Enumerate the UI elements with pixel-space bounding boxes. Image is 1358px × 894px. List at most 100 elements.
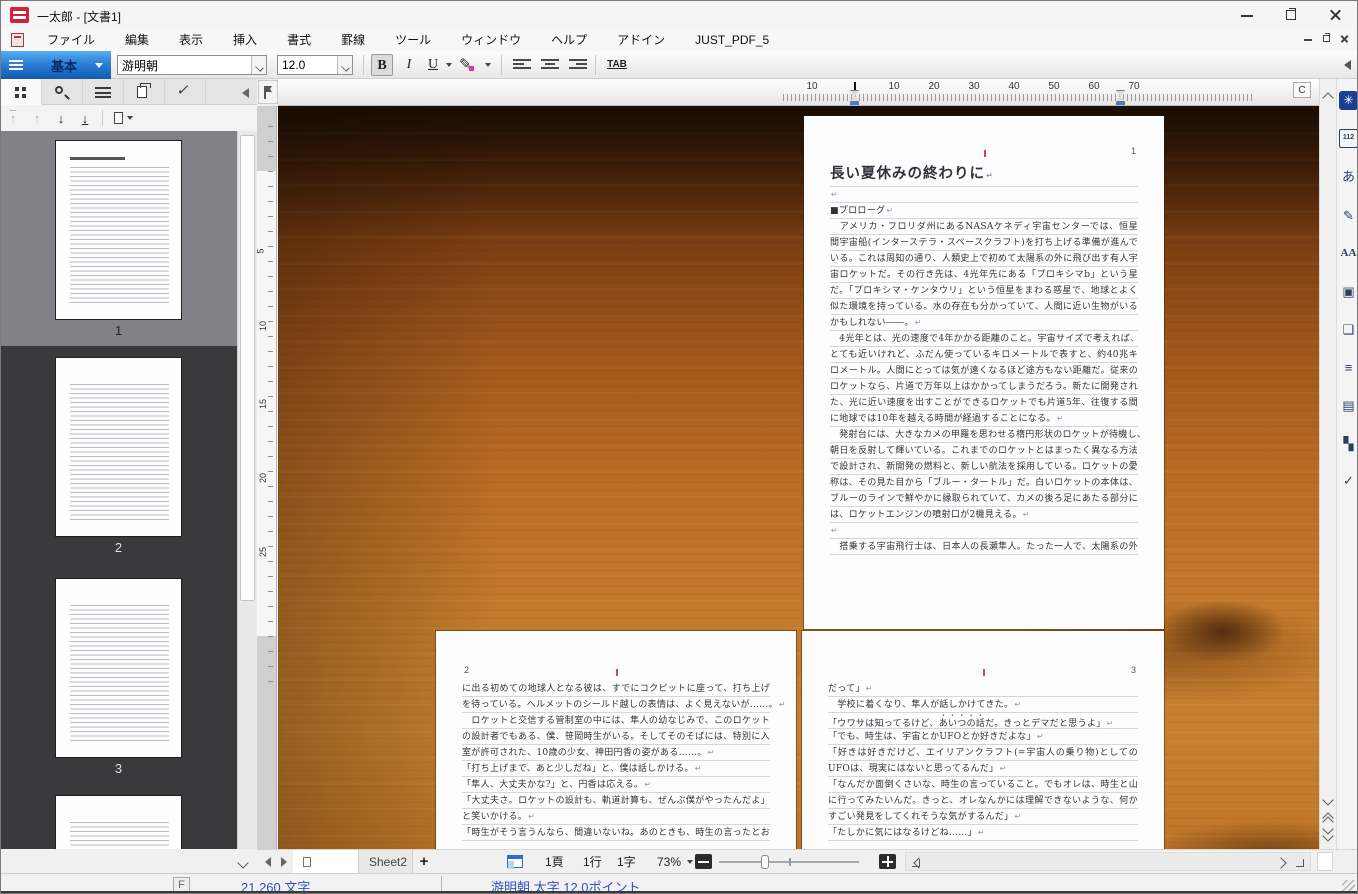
text-line[interactable]: すごい発見をしてくれそうな気がするんだ」↵	[828, 809, 1138, 825]
menu-item-9[interactable]: ヘルプ	[536, 29, 602, 51]
font-size-icon[interactable]: AA	[1339, 244, 1358, 263]
font-size-select[interactable]: 12.0	[277, 55, 353, 75]
zoom-slider[interactable]	[719, 861, 859, 863]
menu-item-6[interactable]: 罫線	[326, 29, 380, 51]
text-line[interactable]: 朝日を反射して輝いている。これまでのロケットとはまったく異なる方法	[830, 443, 1138, 459]
text-line[interactable]: 「時生がそう言うんなら、間違いないね。あのときも、時生の言ったとお	[462, 825, 770, 841]
doc-restore-button[interactable]	[1318, 31, 1335, 46]
zoom-slider-knob[interactable]	[761, 855, 769, 869]
panel-tab-thumbnails[interactable]	[1, 79, 42, 105]
bold-button[interactable]: B	[371, 54, 393, 76]
font-color-options-icon[interactable]	[485, 63, 491, 67]
text-line[interactable]: た、光に近い速度を出すことができるロケットでも片道5年、往復する間	[830, 395, 1138, 411]
menu-item-7[interactable]: ツール	[380, 29, 446, 51]
text-line[interactable]: は、ロケットエンジンの噴射口が2機見える。↵	[830, 507, 1138, 523]
mode-selector[interactable]: 基本	[1, 51, 111, 79]
size-dropdown-icon[interactable]	[337, 56, 352, 74]
toolbar-collapse-icon[interactable]	[1344, 60, 1351, 70]
text-line[interactable]: 似た環境を持っている。水の存在も分かっていて、人間に近い生物がいる	[830, 299, 1138, 315]
menu-item-4[interactable]: 挿入	[218, 29, 272, 51]
move-first-button[interactable]: ↑	[1, 111, 25, 126]
document-page-1[interactable]: 1長い夏休みの終わりに↵↵■プロローグ↵ アメリカ・フロリダ州にあるNASAケネ…	[804, 116, 1164, 629]
page-options-icon[interactable]	[114, 112, 123, 124]
left-margin-marker[interactable]	[850, 90, 859, 102]
text-line[interactable]: 「たしかに気にはなるけどね……」↵	[828, 825, 1138, 841]
document-workspace[interactable]: 1長い夏休みの終わりに↵↵■プロローグ↵ アメリカ・フロリダ州にあるNASAケネ…	[278, 106, 1319, 849]
text-line[interactable]: だ。「プロキシマ・ケンタウリ」という恒星をまわる惑星で、地球とよく	[830, 283, 1138, 299]
panel-tab-pages[interactable]	[124, 79, 165, 105]
text-line[interactable]: 室が許可された、10歳の少女、神田円香の姿がある……。↵	[462, 745, 770, 761]
text-line[interactable]: 「好きは好きだけど、エイリアンクラフト(=宇宙人の乗り物)としての	[828, 745, 1138, 761]
add-sheet-button[interactable]: +	[415, 853, 433, 871]
menu-item-11[interactable]: JUST_PDF_5	[680, 29, 784, 51]
restore-button[interactable]	[1269, 1, 1313, 29]
move-down-button[interactable]: ↓	[49, 111, 73, 126]
font-dropdown-icon[interactable]	[251, 56, 266, 74]
text-line[interactable]: 「なんだか面倒くさいな、時生の言っていること。でもオレは、時生と山	[828, 777, 1138, 793]
text-line[interactable]: ↵	[830, 187, 1138, 203]
text-line[interactable]: 発射台には、大きなカメの甲羅を思わせる楕円形状のロケットが待機し、	[830, 427, 1138, 443]
document-vscrollbar[interactable]	[1319, 79, 1336, 849]
text-line[interactable]: を待っている。ヘルメットのシールド越しの表情は、よく見えないが……。↵	[462, 697, 770, 713]
previous-page-icon[interactable]	[1320, 807, 1336, 823]
menu-item-2[interactable]: 編集	[110, 29, 164, 51]
sheet-next-icon[interactable]	[281, 857, 287, 867]
copy-pages-icon[interactable]: ❏	[1339, 320, 1358, 339]
panel-collapse-button[interactable]	[242, 88, 249, 98]
text-line[interactable]: 搭乗する宇宙飛行士は、日本人の長瀬隼人。たった一人で、太陽系の外	[830, 539, 1138, 555]
pen-icon[interactable]: ✎	[1339, 206, 1358, 225]
right-margin-marker[interactable]	[1116, 90, 1125, 102]
page-thumbnail-3[interactable]	[56, 579, 181, 757]
zoom-in-button[interactable]	[879, 854, 896, 869]
text-line[interactable]: とても近いけれど、ふだん使っているキロメートルで表すと、約40兆キ	[830, 347, 1138, 363]
page-thumbnail-2[interactable]	[56, 358, 181, 536]
sheet-tab-sheet2[interactable]: Sheet2	[359, 850, 413, 874]
document-page-2[interactable]: 2に出る初めての地球人となる彼は、すでにコクピットに座って、打ち上げを待っている…	[436, 631, 796, 849]
text-line[interactable]: ブルーのラインで鮮やかに縁取られていて、カメの後ろ足にあたる部分に	[830, 491, 1138, 507]
scroll-right-icon[interactable]	[1276, 855, 1292, 871]
text-line[interactable]: で設計され、新開発の燃料と、新しい航法を採用している。ロケットの愛	[830, 459, 1138, 475]
page-thumbnail-4[interactable]	[56, 796, 181, 849]
text-line[interactable]: ロメートル。人間にとっては気が遠くなるほど途方もない距離だ。従来の	[830, 363, 1138, 379]
zoom-level[interactable]: 73%	[657, 850, 681, 874]
text-line[interactable]: に出る初めての地球人となる彼は、すでにコクピットに座って、打ち上げ	[462, 681, 770, 697]
text-line[interactable]: ↵	[830, 523, 1138, 539]
pattern-icon[interactable]: ▚	[1339, 434, 1358, 453]
text-line[interactable]: 「大丈夫さ。ロケットの設計も、軌道計算も、ぜんぶ僕がやったんだよ」	[462, 793, 770, 809]
menu-item-1[interactable]: ファイル	[32, 29, 110, 51]
page-thumbnail-1[interactable]	[56, 141, 181, 319]
text-line[interactable]: に行ってみたいんだ。きっと、オレなんかには理解できないような、何か	[828, 793, 1138, 809]
text-line[interactable]: 「ウワサは知ってるけど、あいつの話だ。きっとデマだと思うよ」↵	[828, 713, 1138, 729]
kana-input-icon[interactable]: あ	[1339, 167, 1358, 186]
doc-close-button[interactable]	[1336, 31, 1353, 46]
scroll-left-icon[interactable]	[908, 855, 924, 871]
next-page-icon[interactable]	[1320, 827, 1336, 843]
text-line[interactable]: 「隼人、大丈夫かな?」と、円香は応える。↵	[462, 777, 770, 793]
move-last-button[interactable]: ↓	[73, 111, 97, 126]
menu-item-3[interactable]: 表示	[164, 29, 218, 51]
text-line[interactable]: 長い夏休みの終わりに↵	[830, 162, 1138, 187]
align-right-button[interactable]	[569, 59, 587, 71]
outline-icon[interactable]: ≡	[1339, 358, 1358, 377]
text-line[interactable]: 「打ち上げまで、あと少しだね」と、僕は話しかける。↵	[462, 761, 770, 777]
scroll-down-icon[interactable]	[1320, 791, 1336, 807]
date-stamp-icon[interactable]: 112	[1339, 129, 1358, 148]
minimize-button[interactable]	[1225, 1, 1269, 29]
close-button[interactable]	[1313, 1, 1357, 29]
thumbnail-scroll-down-icon[interactable]	[235, 854, 251, 870]
text-line[interactable]: だって」↵	[828, 681, 1138, 697]
thumbnail-scrollbar-thumb[interactable]	[240, 135, 255, 601]
text-line[interactable]: UFOは、現実にはないと思ってるんだ」↵	[828, 761, 1138, 777]
menu-item-10[interactable]: アドイン	[602, 29, 680, 51]
text-line[interactable]: に地球では10年を越える時間が経過することになる。↵	[830, 411, 1138, 427]
text-line[interactable]: アメリカ・フロリダ州にあるNASAケネディ宇宙センターでは、恒星	[830, 219, 1138, 235]
panel-tab-search[interactable]	[42, 79, 83, 105]
text-line[interactable]: ロケットと交信する管制室の中には、隼人の幼なじみで、このロケット	[462, 713, 770, 729]
sheet-tab-sheet1[interactable]: Sheet1	[293, 850, 359, 874]
text-line[interactable]: いる。これは周知の通り、人類史上で初めて太陽系の外に飛び出す有人宇	[830, 251, 1138, 267]
menu-item-8[interactable]: ウィンドウ	[446, 29, 536, 51]
view-mode-icon[interactable]	[507, 855, 523, 868]
zoom-out-button[interactable]	[695, 854, 712, 869]
italic-button[interactable]: I	[399, 54, 419, 76]
text-line[interactable]: 宙ロケットだ。その行き先は、4光年先にある「プロキシマb」という星	[830, 267, 1138, 283]
